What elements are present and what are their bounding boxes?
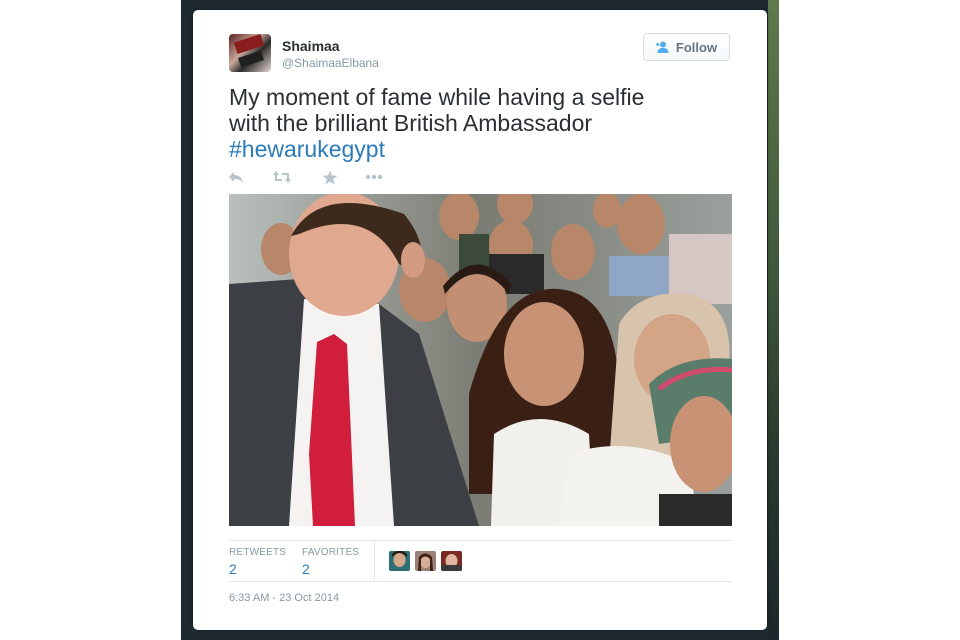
more-icon[interactable] bbox=[363, 168, 385, 186]
follow-label: Follow bbox=[675, 39, 718, 55]
tweet-text-line-1: My moment of fame while having a selfie bbox=[229, 84, 645, 110]
selfie-photo-image bbox=[229, 194, 732, 526]
stats-divider bbox=[374, 541, 375, 580]
follow-button[interactable]: Follow bbox=[643, 33, 730, 61]
favoriter-avatar[interactable] bbox=[441, 551, 462, 571]
tweet-card: Shaimaa @ShaimaaElbana Follow My moment … bbox=[193, 10, 767, 630]
favoriter-avatar[interactable] bbox=[415, 551, 436, 571]
hashtag-link[interactable]: #hewarukegypt bbox=[229, 136, 739, 162]
retweets-label: RETWEETS bbox=[229, 547, 287, 558]
favorite-icon[interactable] bbox=[319, 168, 341, 186]
tweet-actions bbox=[229, 168, 429, 186]
retweet-icon[interactable] bbox=[271, 168, 293, 186]
background-image-edge bbox=[768, 0, 779, 640]
tweet-text: My moment of fame while having a selfie … bbox=[229, 84, 739, 162]
reply-icon[interactable] bbox=[225, 168, 247, 186]
retweets-stat[interactable]: RETWEETS 2 bbox=[229, 547, 286, 577]
author-handle[interactable]: @ShaimaaElbana bbox=[282, 56, 379, 70]
favorites-label: FAVORITES bbox=[302, 547, 360, 558]
follow-user-icon bbox=[655, 40, 670, 54]
tweet-timestamp[interactable]: 6:33 AM - 23 Oct 2014 bbox=[229, 592, 339, 604]
favorites-count: 2 bbox=[302, 561, 310, 577]
favorites-stat[interactable]: FAVORITES 2 bbox=[302, 547, 359, 577]
author-avatar[interactable] bbox=[229, 34, 271, 72]
favoriter-avatar[interactable] bbox=[389, 551, 410, 571]
author-name[interactable]: Shaimaa bbox=[282, 38, 340, 54]
tweet-photo[interactable] bbox=[229, 194, 732, 526]
tweet-stats: RETWEETS 2 FAVORITES 2 bbox=[229, 540, 732, 582]
retweets-count: 2 bbox=[229, 561, 237, 577]
tweet-text-line-2: with the brilliant British Ambassador bbox=[229, 110, 593, 136]
